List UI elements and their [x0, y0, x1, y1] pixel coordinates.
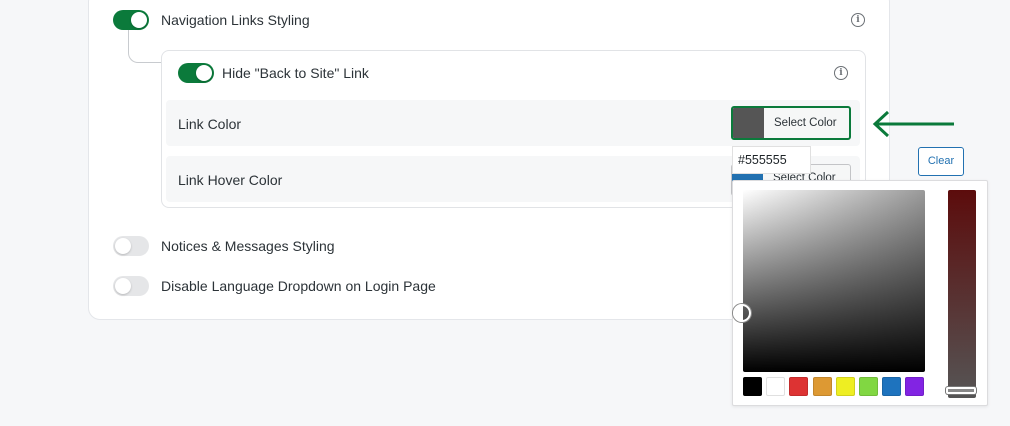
- palette-swatch[interactable]: [882, 377, 902, 396]
- hide-back-label: Hide "Back to Site" Link: [222, 65, 369, 81]
- saturation-square[interactable]: [733, 190, 925, 372]
- info-icon[interactable]: i: [851, 13, 865, 27]
- palette-swatch[interactable]: [789, 377, 809, 396]
- hue-slider[interactable]: [946, 190, 976, 398]
- toggle-knob: [131, 12, 147, 28]
- palette-swatch[interactable]: [743, 377, 762, 396]
- nav-links-toggle[interactable]: [113, 10, 149, 30]
- palette-swatch[interactable]: [812, 377, 832, 396]
- toggle-knob: [196, 65, 212, 81]
- saturation-handle[interactable]: [733, 304, 751, 322]
- hide-back-toggle[interactable]: [178, 63, 214, 83]
- toggle-knob: [115, 278, 131, 294]
- toggle-knob: [115, 238, 131, 254]
- link-color-label: Link Color: [178, 116, 242, 132]
- clear-button[interactable]: Clear: [918, 147, 964, 176]
- palette-swatch[interactable]: [835, 377, 855, 396]
- select-color-label: Select Color: [774, 117, 837, 129]
- color-swatch: [733, 108, 764, 138]
- color-picker-popup: [732, 180, 988, 406]
- arrow-left-icon: [872, 110, 954, 138]
- link-color-select-button[interactable]: Select Color: [731, 106, 851, 140]
- tree-connector: [128, 30, 162, 63]
- disable-lang-toggle[interactable]: [113, 276, 149, 296]
- palette-swatch[interactable]: [766, 377, 786, 396]
- palette-swatch[interactable]: [859, 377, 878, 396]
- nav-links-label: Navigation Links Styling: [161, 12, 310, 28]
- disable-lang-label: Disable Language Dropdown on Login Page: [161, 278, 436, 294]
- notices-label: Notices & Messages Styling: [161, 238, 335, 254]
- notices-toggle[interactable]: [113, 236, 149, 256]
- hex-color-input[interactable]: #555555: [732, 146, 811, 174]
- info-icon[interactable]: i: [834, 66, 848, 80]
- link-hover-color-label: Link Hover Color: [178, 172, 283, 188]
- hue-slider-handle[interactable]: [946, 387, 976, 394]
- palette-swatch[interactable]: [905, 377, 925, 396]
